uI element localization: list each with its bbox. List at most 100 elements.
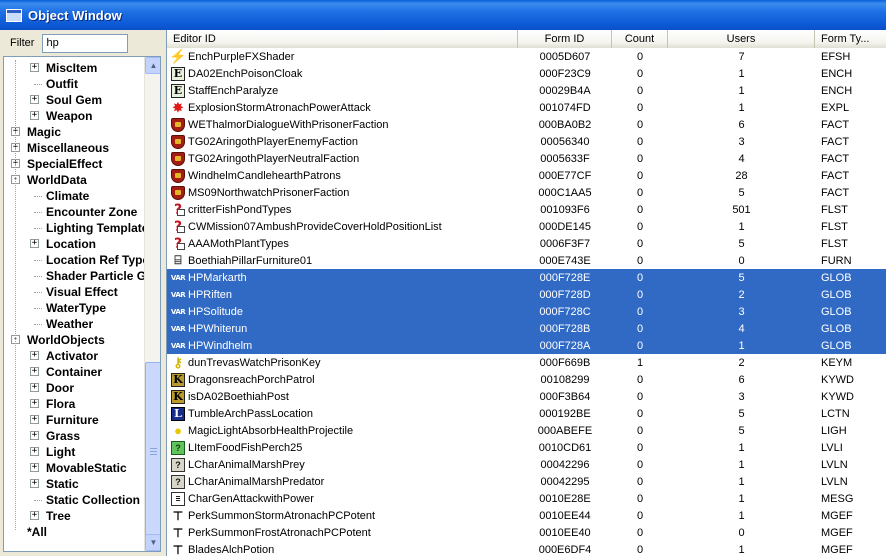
tree-item[interactable]: + Grass (4, 428, 144, 444)
scroll-thumb[interactable] (145, 362, 160, 542)
cell-form-type: MGEF (821, 543, 853, 556)
table-row[interactable]: ⌸ BoethiahPillarFurniture01 000E743E 0 0 FURN (167, 252, 886, 269)
table-row[interactable]: VAR HPWindhelm 000F728A 0 1 GLOB (167, 337, 886, 354)
tree-item[interactable]: + Static (4, 476, 144, 492)
category-tree[interactable]: + MiscItem Outfit + Soul Gem + Weapon + Magic + Mi… (3, 56, 161, 552)
tree-item[interactable]: + Light (4, 444, 144, 460)
tree-item[interactable]: *All (4, 524, 144, 540)
table-row[interactable]: VAR HPWhiterun 000F728B 0 4 GLOB (167, 320, 886, 337)
tree-item[interactable]: + MiscItem (4, 60, 144, 76)
editor-id-text: WindhelmCandlehearthPatrons (188, 169, 341, 182)
table-row[interactable]: ⚡ EnchPurpleFXShader 0005D607 0 7 EFSH (167, 48, 886, 65)
table-row[interactable]: E StaffEnchParalyze 00029B4A 0 1 ENCH (167, 82, 886, 99)
table-row[interactable]: TG02AringothPlayerEnemyFaction 00056340 0 3… (167, 133, 886, 150)
table-row[interactable]: ⊤ PerkSummonStormAtronachPCPotent 0010EE44… (167, 507, 886, 524)
column-header-count[interactable]: Count (612, 30, 668, 48)
expand-plus-icon[interactable]: + (30, 415, 39, 424)
editor-id-text: WEThalmorDialogueWithPrisonerFaction (188, 118, 389, 131)
tree-item[interactable]: + SpecialEffect (4, 156, 144, 172)
tree-item-label: Lighting Template (46, 221, 149, 235)
expand-plus-icon[interactable]: + (30, 95, 39, 104)
scroll-up-arrow-icon: ▲ (149, 61, 158, 70)
tree-item[interactable]: - WorldObjects (4, 332, 144, 348)
tree-item-label: Tree (46, 509, 71, 523)
table-row[interactable]: ⊤ BladesAlchPotion 000E6DF4 0 1 MGEF (167, 541, 886, 556)
table-row[interactable]: WindhelmCandlehearthPatrons 000E77CF 0 28 FA… (167, 167, 886, 184)
column-header-form-id[interactable]: Form ID (518, 30, 612, 48)
table-row[interactable]: ? AAAMothPlantTypes 0006F3F7 0 5 FLST (167, 235, 886, 252)
expand-plus-icon[interactable]: + (30, 479, 39, 488)
expand-plus-icon[interactable]: + (30, 399, 39, 408)
tree-item[interactable]: Encounter Zone (4, 204, 144, 220)
tree-item[interactable]: Visual Effect (4, 284, 144, 300)
expand-plus-icon[interactable]: + (30, 511, 39, 520)
tree-item[interactable]: + Flora (4, 396, 144, 412)
tree-item[interactable]: WaterType (4, 300, 144, 316)
cell-editor-id: TG02AringothPlayerNeutralFaction (167, 150, 518, 167)
tree-item[interactable]: - WorldData (4, 172, 144, 188)
column-header-editor-id[interactable]: Editor ID (167, 30, 518, 48)
expand-plus-icon[interactable]: + (30, 463, 39, 472)
tree-item[interactable]: Outfit (4, 76, 144, 92)
table-row[interactable]: ? CWMission07AmbushProvideCoverHoldPositi… (167, 218, 886, 235)
table-row[interactable]: ✸ ExplosionStormAtronachPowerAttack 001074… (167, 99, 886, 116)
tree-item[interactable]: + Door (4, 380, 144, 396)
tree-item[interactable]: Weather (4, 316, 144, 332)
tree-item[interactable]: + Furniture (4, 412, 144, 428)
tree-item[interactable]: + Container (4, 364, 144, 380)
expand-plus-icon[interactable]: + (30, 63, 39, 72)
tree-item[interactable]: + Miscellaneous (4, 140, 144, 156)
table-row[interactable]: ● MagicLightAbsorbHealthProjectile 000ABEF… (167, 422, 886, 439)
tree-item-label: Activator (46, 349, 99, 363)
table-row[interactable]: ? critterFishPondTypes 001093F6 0 501 FLST (167, 201, 886, 218)
tree-item-label: MiscItem (46, 61, 98, 75)
expand-plus-icon[interactable]: + (30, 351, 39, 360)
expand-plus-icon[interactable]: + (30, 111, 39, 120)
cell-users: 2 (738, 288, 745, 301)
table-row[interactable]: KisDA02BoethiahPost 000F3B64 0 3 KYWD (167, 388, 886, 405)
tree-item[interactable]: + Activator (4, 348, 144, 364)
filter-input[interactable] (42, 33, 129, 53)
tree-item[interactable]: + Weapon (4, 108, 144, 124)
tree-item[interactable]: Location Ref Type (4, 252, 149, 268)
table-row[interactable]: VAR HPRiften 000F728D 0 2 GLOB (167, 286, 886, 303)
scroll-up-button[interactable]: ▲ (145, 57, 160, 74)
column-header-users[interactable]: Users (668, 30, 815, 48)
tree-item[interactable]: Shader Particle Geometry (4, 268, 160, 284)
table-row[interactable]: E DA02EnchPoisonCloak 000F23C9 0 1 ENCH (167, 65, 886, 82)
expand-plus-icon[interactable]: + (30, 447, 39, 456)
table-row[interactable]: ? LCharAnimalMarshPrey 00042296 0 1 LVLN (167, 456, 886, 473)
tree-item[interactable]: + Tree (4, 508, 144, 524)
tree-item[interactable]: Lighting Template (4, 220, 148, 236)
table-row[interactable]: WEThalmorDialogueWithPrisonerFaction 000B… (167, 116, 886, 133)
expand-plus-icon[interactable]: + (30, 367, 39, 376)
object-list[interactable]: Editor ID Form ID Count Users Form Ty...… (166, 30, 886, 556)
tree-item[interactable]: + Location (4, 236, 144, 252)
tree-item[interactable]: Static Collection (4, 492, 144, 508)
tree-item[interactable]: + MovableStatic (4, 460, 144, 476)
table-row[interactable]: TG02AringothPlayerNeutralFaction 0005633F… (167, 150, 886, 167)
tree-scrollbar[interactable]: ▲ ▼ (144, 57, 160, 551)
table-row[interactable]: ⚷ dunTrevasWatchPrisonKey 000F669B 1 2 KEYM (167, 354, 886, 371)
table-row[interactable]: ? LItemFoodFishPerch25 0010CD61 0 1 LVLI (167, 439, 886, 456)
expand-plus-icon[interactable]: + (30, 431, 39, 440)
table-row[interactable]: L TumbleArchPassLocation 000192BE 0 5 LCTN (167, 405, 886, 422)
cell-editor-id: VAR HPWindhelm (167, 337, 518, 354)
expand-plus-icon[interactable]: + (30, 239, 39, 248)
title-bar[interactable]: Object Window (0, 0, 886, 30)
table-row[interactable]: ? LCharAnimalMarshPredator 00042295 0 1 LVLN (167, 473, 886, 490)
table-row[interactable]: VAR HPMarkarth 000F728E 0 5 GLOB (167, 269, 886, 286)
table-row[interactable]: MS09NorthwatchPrisonerFaction 000C1AA5 0 5 F… (167, 184, 886, 201)
table-row[interactable]: ≡ CharGenAttackwithPower 0010E28E 0 1 MESG (167, 490, 886, 507)
table-row[interactable]: K DragonsreachPorchPatrol 00108299 0 6 KYWD (167, 371, 886, 388)
faction-shield-icon (171, 117, 185, 132)
cell-form-type: LCTN (821, 407, 850, 420)
table-row[interactable]: VAR HPSolitude 000F728C 0 3 GLOB (167, 303, 886, 320)
tree-item[interactable]: + Magic (4, 124, 144, 140)
tree-item[interactable]: Climate (4, 188, 144, 204)
scroll-down-button[interactable]: ▼ (145, 534, 160, 551)
tree-item[interactable]: + Soul Gem (4, 92, 144, 108)
expand-plus-icon[interactable]: + (30, 383, 39, 392)
column-header-form-type[interactable]: Form Ty... (815, 30, 886, 48)
table-row[interactable]: ⊤ PerkSummonFrostAtronachPCPotent 0010EE40… (167, 524, 886, 541)
